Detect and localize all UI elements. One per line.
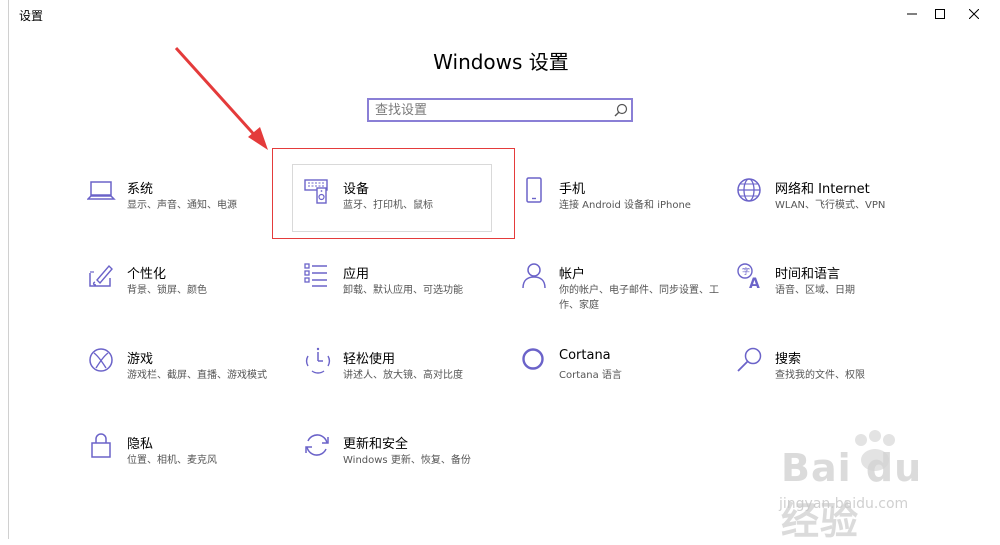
annotation-arrow-icon <box>174 46 268 150</box>
